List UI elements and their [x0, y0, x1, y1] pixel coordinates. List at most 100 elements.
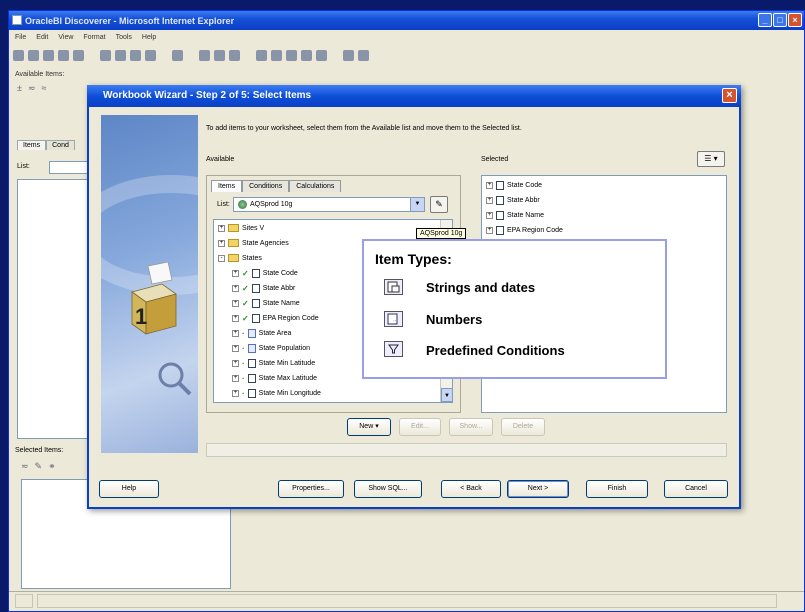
- business-area-select[interactable]: AQSprod 10g ▼: [233, 197, 425, 212]
- tree-item[interactable]: + Sites V: [218, 221, 264, 235]
- save-icon[interactable]: [43, 49, 54, 61]
- expand-icon[interactable]: +: [232, 284, 239, 292]
- step-number: 1: [135, 304, 147, 329]
- new-item-button[interactable]: New ▾: [347, 418, 391, 436]
- table-icon[interactable]: [100, 49, 111, 61]
- expand-icon[interactable]: +: [232, 344, 239, 352]
- link-icon[interactable]: ⚭: [48, 461, 56, 472]
- list-label: List:: [217, 201, 230, 208]
- parameter-icon[interactable]: [316, 49, 327, 61]
- tab-calculations[interactable]: Calculations: [289, 180, 342, 192]
- menu-edit[interactable]: Edit: [36, 31, 48, 45]
- tab-items[interactable]: Items: [211, 180, 243, 192]
- sort-icon[interactable]: ≈: [42, 83, 47, 94]
- edit-item-button[interactable]: Edit...: [399, 418, 441, 436]
- percent-icon[interactable]: [271, 49, 282, 61]
- refresh-icon[interactable]: [343, 49, 354, 61]
- tree-item[interactable]: +·State Max Longitude: [232, 401, 323, 402]
- expand-icon[interactable]: +: [232, 269, 239, 277]
- tree-item[interactable]: + ✓ State Abbr: [232, 281, 295, 295]
- tree-item[interactable]: + · State Max Latitude: [232, 371, 317, 385]
- selected-item[interactable]: + EPA Region Code: [486, 223, 563, 237]
- tab-items[interactable]: Items: [17, 140, 47, 150]
- filter-list-icon[interactable]: ≂: [28, 83, 36, 94]
- selected-item[interactable]: + State Code: [486, 178, 542, 192]
- crosstab-icon[interactable]: [115, 49, 126, 61]
- string-item-icon: [384, 279, 403, 295]
- grid-icon[interactable]: [130, 49, 141, 61]
- show-sql-button[interactable]: Show SQL...: [354, 480, 422, 498]
- tree-item[interactable]: + ✓ State Name: [232, 296, 300, 310]
- maximize-button[interactable]: □: [773, 13, 787, 27]
- move-icon[interactable]: ±: [17, 83, 22, 94]
- expand-icon[interactable]: +: [232, 299, 239, 307]
- expand-icon[interactable]: +: [232, 314, 239, 322]
- selected-label: Selected: [481, 156, 509, 163]
- expand-icon[interactable]: +: [232, 329, 239, 337]
- export-icon[interactable]: [358, 49, 369, 61]
- close-window-button[interactable]: ×: [788, 13, 802, 27]
- tree-item[interactable]: + · State Area: [232, 326, 291, 340]
- filter-icon[interactable]: [301, 49, 312, 61]
- tree-item[interactable]: + ✓ EPA Region Code: [232, 311, 319, 325]
- back-button[interactable]: < Back: [441, 480, 501, 498]
- window-titlebar[interactable]: OracleBI Discoverer - Microsoft Internet…: [9, 11, 804, 30]
- tree-item[interactable]: + · State Min Longitude: [232, 386, 321, 400]
- format-icon[interactable]: ≂: [21, 461, 29, 472]
- dialog-close-button[interactable]: ×: [722, 88, 737, 103]
- magnifier-icon: [158, 362, 192, 396]
- tree-item[interactable]: - States: [218, 251, 262, 265]
- menu-help[interactable]: Help: [142, 31, 156, 45]
- print-preview-icon[interactable]: [73, 49, 84, 61]
- new-icon[interactable]: [13, 49, 24, 61]
- graph-icon[interactable]: [145, 49, 156, 61]
- edit-icon[interactable]: ✎: [35, 461, 43, 472]
- menu-tools[interactable]: Tools: [116, 31, 132, 45]
- sort-ascending-icon[interactable]: [199, 49, 210, 61]
- expand-icon[interactable]: +: [218, 239, 225, 247]
- drill-icon[interactable]: [172, 49, 183, 61]
- tab-conditions[interactable]: Conditions: [242, 180, 290, 192]
- tree-item[interactable]: + ✓ State Code: [232, 266, 298, 280]
- selected-options-button[interactable]: ☰ ▾: [697, 151, 725, 167]
- expand-icon[interactable]: +: [232, 374, 239, 382]
- expand-icon[interactable]: +: [232, 359, 239, 367]
- show-item-button[interactable]: Show...: [449, 418, 493, 436]
- properties-button[interactable]: Properties...: [278, 480, 344, 498]
- menu-format[interactable]: Format: [83, 31, 105, 45]
- expand-icon[interactable]: +: [486, 196, 493, 204]
- cancel-button[interactable]: Cancel: [664, 480, 728, 498]
- expand-icon[interactable]: +: [232, 389, 239, 397]
- finish-button[interactable]: Finish: [586, 480, 648, 498]
- chevron-down-icon[interactable]: ▼: [410, 198, 424, 211]
- expand-icon[interactable]: +: [218, 224, 225, 232]
- expand-icon[interactable]: +: [486, 226, 493, 234]
- menu-file[interactable]: File: [15, 31, 26, 45]
- selected-item[interactable]: + State Abbr: [486, 193, 540, 207]
- string-item-icon: [251, 283, 260, 293]
- print-icon[interactable]: [58, 49, 69, 61]
- total-icon[interactable]: [256, 49, 267, 61]
- expand-icon[interactable]: +: [486, 181, 493, 189]
- expand-icon[interactable]: -: [218, 254, 225, 262]
- tree-item[interactable]: + · State Population: [232, 341, 310, 355]
- business-area-value: AQSprod 10g: [250, 201, 293, 208]
- delete-item-button[interactable]: Delete: [501, 418, 545, 436]
- selected-item[interactable]: + State Name: [486, 208, 544, 222]
- search-items-button[interactable]: ✎: [430, 196, 448, 213]
- open-icon[interactable]: [28, 49, 39, 61]
- expand-icon[interactable]: +: [486, 211, 493, 219]
- next-button[interactable]: Next >: [507, 480, 569, 498]
- menu-view[interactable]: View: [58, 31, 73, 45]
- tree-item[interactable]: + · State Min Latitude: [232, 356, 315, 370]
- dialog-titlebar[interactable]: Workbook Wizard - Step 2 of 5: Select It…: [87, 85, 741, 107]
- scroll-down-button[interactable]: ▼: [441, 388, 452, 402]
- help-button[interactable]: Help: [99, 480, 159, 498]
- tab-conditions[interactable]: Cond: [46, 140, 75, 150]
- tree-item[interactable]: + State Agencies: [218, 236, 289, 250]
- calculation-icon[interactable]: [286, 49, 297, 61]
- tree-item-label: State Min Longitude: [258, 389, 321, 397]
- sort-descending-icon[interactable]: [214, 49, 225, 61]
- minimize-button[interactable]: _: [758, 13, 772, 27]
- align-icon[interactable]: [229, 49, 240, 61]
